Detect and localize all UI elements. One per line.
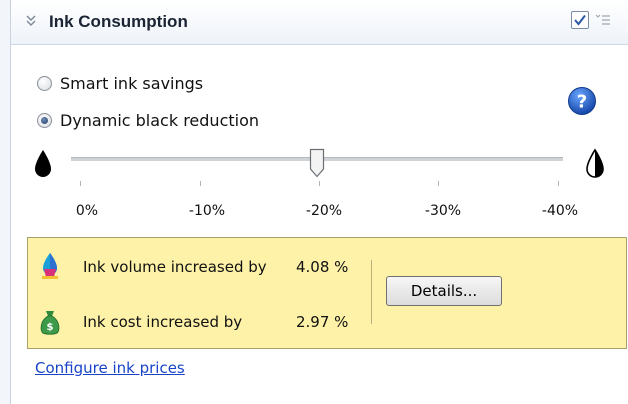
help-icon[interactable]: ? bbox=[567, 86, 597, 116]
svg-text:$: $ bbox=[47, 322, 54, 333]
checkbox-check-icon bbox=[574, 14, 586, 26]
money-bag-icon: $ bbox=[40, 311, 60, 335]
ink-cost-value: 2.97 % bbox=[296, 313, 349, 331]
info-divider bbox=[371, 260, 372, 324]
ink-drop-half-icon bbox=[586, 148, 604, 178]
smart-ink-savings-label: Smart ink savings bbox=[60, 73, 204, 93]
slider-tick bbox=[438, 181, 439, 186]
tick-label-20: -20% bbox=[305, 203, 343, 219]
panel-header[interactable]: Ink Consumption bbox=[11, 0, 628, 45]
black-reduction-slider-thumb[interactable] bbox=[309, 148, 325, 178]
ink-volume-label: Ink volume increased by bbox=[83, 258, 267, 276]
menu-lines-icon[interactable] bbox=[595, 13, 611, 27]
ink-consumption-panel: Ink Consumption Smart ink savings Dynami… bbox=[10, 0, 628, 404]
slider-tick bbox=[558, 181, 559, 186]
slider-tick bbox=[80, 181, 81, 186]
smart-ink-savings-radio[interactable] bbox=[37, 75, 52, 91]
dynamic-black-reduction-radio[interactable] bbox=[37, 112, 52, 128]
enable-checkbox[interactable] bbox=[571, 11, 589, 29]
tick-label-40: -40% bbox=[541, 203, 579, 219]
consumption-info-box: Ink volume increased by 4.08 % $ Ink cos… bbox=[27, 237, 627, 349]
tick-label-10: -10% bbox=[188, 203, 226, 219]
collapse-chevrons-icon[interactable] bbox=[23, 13, 39, 29]
details-button[interactable]: Details... bbox=[386, 276, 502, 306]
dynamic-black-reduction-label: Dynamic black reduction bbox=[60, 110, 260, 130]
configure-ink-prices-link[interactable]: Configure ink prices bbox=[35, 359, 185, 377]
dynamic-black-reduction-option[interactable]: Dynamic black reduction bbox=[37, 109, 259, 131]
smart-ink-savings-option[interactable]: Smart ink savings bbox=[37, 72, 203, 94]
slider-tick bbox=[200, 181, 201, 186]
panel-title: Ink Consumption bbox=[49, 12, 188, 31]
ink-cost-label: Ink cost increased by bbox=[83, 313, 243, 331]
tick-label-30: -30% bbox=[424, 203, 462, 219]
ink-volume-value: 4.08 % bbox=[296, 258, 349, 276]
tick-label-0: 0% bbox=[75, 203, 99, 219]
ink-drop-full-icon bbox=[35, 150, 51, 177]
ink-bottle-icon bbox=[42, 253, 58, 279]
slider-tick bbox=[319, 181, 320, 186]
svg-text:?: ? bbox=[577, 92, 587, 113]
